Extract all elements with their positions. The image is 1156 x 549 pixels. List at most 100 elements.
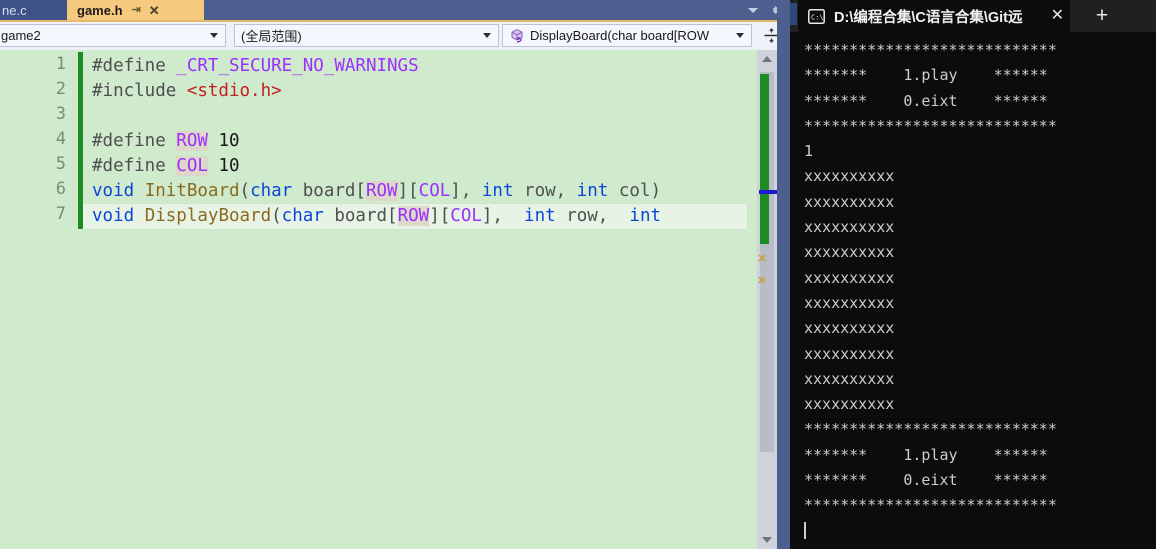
code-token: #include	[92, 81, 187, 101]
code-token: ],	[481, 206, 525, 226]
tab-game-h[interactable]: game.h ⇥ ✕	[67, 0, 204, 20]
code-token: COL	[176, 156, 208, 176]
editor-navigation-bar: game2 (全局范围) DisplayBoard(char board[ROW	[0, 20, 790, 50]
chevron-down-icon	[210, 33, 218, 38]
editor-tabstrip: ne.c game.h ⇥ ✕	[0, 0, 790, 20]
console-tab[interactable]: C:\ D:\编程合集\C语言合集\Git远 ✕	[798, 0, 1070, 32]
code-token: #define	[92, 131, 177, 151]
console-line: xxxxxxxxxx	[804, 319, 895, 338]
scroll-down-arrow-icon[interactable]	[757, 531, 777, 549]
tab-game-h-label: game.h	[77, 2, 123, 18]
code-text[interactable]: #define _CRT_SECURE_NO_WARNINGS #include …	[92, 50, 790, 549]
code-token: int	[629, 206, 662, 226]
screen-root: ne.c game.h ⇥ ✕ game2 (全局范围) DisplayBoar…	[0, 0, 1156, 549]
console-line: ******* 1.play ******	[804, 445, 1048, 464]
console-line: xxxxxxxxxx	[804, 218, 895, 237]
line-number: 5	[55, 154, 66, 174]
code-token: void	[92, 206, 145, 226]
svg-text:C:\: C:\	[811, 13, 824, 21]
code-token: ROW	[176, 131, 208, 151]
console-line: xxxxxxxxxx	[804, 395, 895, 414]
project-dropdown[interactable]: game2	[0, 24, 226, 47]
console-line: ******* 1.play ******	[804, 66, 1048, 85]
line-number: 4	[55, 129, 66, 149]
code-token: #define	[92, 56, 177, 76]
console-line: xxxxxxxxxx	[804, 344, 895, 363]
cmd-prompt-icon: C:\	[808, 8, 825, 25]
console-line: ******* 0.eixt ******	[804, 91, 1048, 110]
code-token: 10	[207, 131, 240, 151]
line-number: 1	[55, 54, 66, 74]
console-line: xxxxxxxxxx	[804, 243, 895, 262]
code-line: void InitBoard(char board[ROW][COL], int…	[92, 179, 661, 204]
code-token: int	[481, 181, 514, 201]
text-cursor	[804, 521, 806, 539]
code-token: void	[92, 181, 145, 201]
chevron-down-icon[interactable]	[748, 7, 758, 13]
code-token: 10	[207, 156, 240, 176]
code-token: int	[576, 181, 609, 201]
code-token: row,	[555, 206, 630, 226]
code-token: char	[250, 181, 293, 201]
code-token: board[	[292, 181, 366, 201]
console-line: ****************************	[804, 116, 1057, 135]
code-token: int	[524, 206, 556, 226]
change-bar	[78, 52, 83, 229]
code-token: COL	[418, 181, 451, 201]
code-line: #define ROW 10	[92, 129, 240, 154]
console-line: 1	[804, 142, 814, 161]
console-line: xxxxxxxxxx	[804, 167, 895, 186]
chevron-down-icon	[736, 33, 744, 38]
code-token: (	[239, 181, 251, 201]
code-token: #define	[92, 156, 177, 176]
console-line: xxxxxxxxxx	[804, 192, 895, 211]
line-number: 7	[55, 204, 66, 224]
scrollbar-caret-marker	[759, 190, 778, 194]
console-line: ****************************	[804, 41, 1057, 59]
code-line: #define COL 10	[92, 154, 240, 179]
scrollbar-annotation-mark	[758, 250, 767, 262]
code-token: ROW	[365, 181, 398, 201]
code-token: ],	[450, 181, 482, 201]
console-prompt-line	[804, 519, 1156, 544]
scroll-up-arrow-icon[interactable]	[757, 50, 777, 68]
code-token: row,	[513, 181, 577, 201]
console-tab-title: D:\编程合集\C语言合集\Git远	[834, 9, 1023, 26]
tab-game-c[interactable]: ne.c	[0, 0, 67, 20]
console-window: C:\ D:\编程合集\C语言合集\Git远 ✕ + *************…	[790, 0, 1156, 549]
close-icon[interactable]: ✕	[1051, 8, 1064, 24]
line-number: 2	[55, 79, 66, 99]
line-number: 3	[55, 104, 66, 124]
code-token: DisplayBoard	[144, 206, 272, 226]
line-number: 6	[55, 179, 66, 199]
code-token: COL	[450, 206, 482, 226]
close-icon[interactable]: ✕	[149, 4, 160, 17]
code-token: InitBoard	[144, 181, 240, 201]
code-token: (	[271, 206, 282, 226]
console-output[interactable]: **************************** ******* 1.pl…	[790, 32, 1156, 549]
scrollbar-change-marker	[760, 74, 769, 244]
code-token: ][	[429, 206, 451, 226]
code-editor[interactable]: 1234567 #define _CRT_SECURE_NO_WARNINGS #…	[0, 50, 790, 549]
console-line: xxxxxxxxxx	[804, 293, 895, 312]
editor-vertical-scrollbar[interactable]	[757, 50, 778, 549]
method-cube-icon	[509, 28, 525, 44]
console-line: xxxxxxxxxx	[804, 268, 895, 287]
scope-dropdown[interactable]: (全局范围)	[234, 24, 499, 47]
code-token: board[	[323, 206, 398, 226]
console-tab-indicator	[790, 3, 797, 25]
pin-icon[interactable]: ⇥	[132, 4, 141, 16]
code-token: <stdio.h>	[186, 81, 282, 101]
member-dropdown[interactable]: DisplayBoard(char board[ROW	[502, 24, 752, 47]
new-tab-button[interactable]: +	[1080, 0, 1124, 32]
console-line: ******* 0.eixt ******	[804, 471, 1048, 490]
line-number-gutter: 1 2 3 4 5 6 7	[0, 50, 78, 549]
console-line: ****************************	[804, 420, 1057, 439]
code-line: void DisplayBoard(char board[ROW][COL], …	[92, 204, 661, 229]
scope-dropdown-value: (全局范围)	[241, 29, 302, 44]
code-token: col)	[608, 181, 662, 201]
code-token: char	[281, 206, 324, 226]
editor-right-edge	[777, 0, 790, 549]
code-line: #define _CRT_SECURE_NO_WARNINGS	[92, 54, 419, 79]
code-line: #include <stdio.h>	[92, 79, 282, 104]
